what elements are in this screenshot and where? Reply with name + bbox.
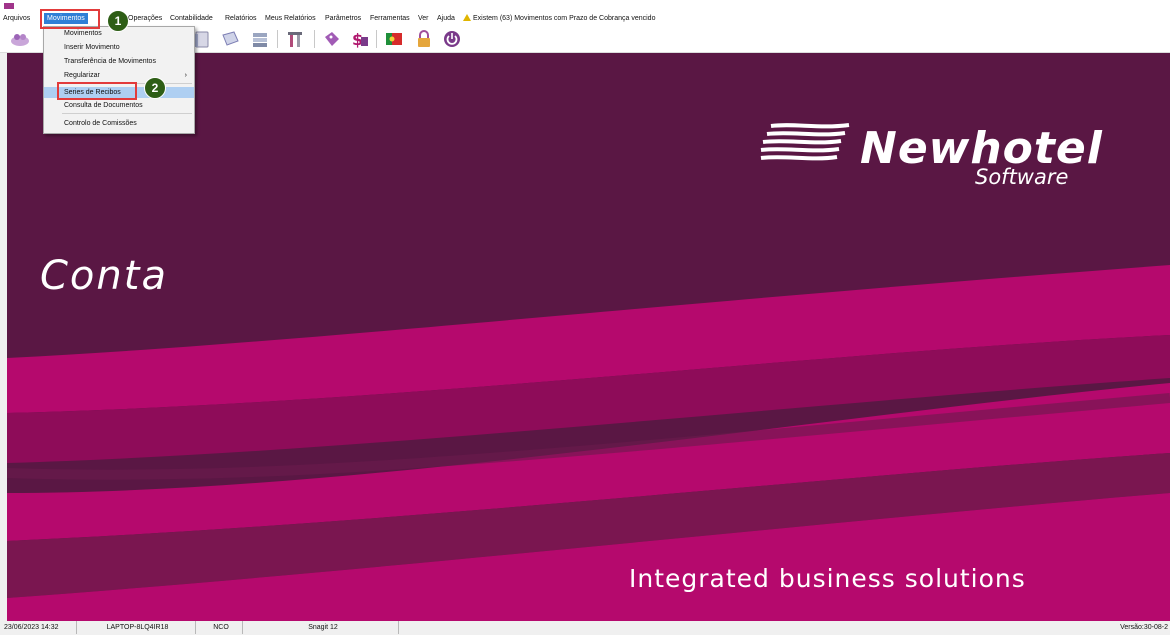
tag-icon[interactable] (322, 29, 342, 49)
toolbar-separator (314, 30, 315, 48)
menu-ajuda[interactable]: Ajuda (437, 14, 455, 24)
menu-ferramentas[interactable]: Ferramentas (370, 14, 410, 24)
menu-contabilidade[interactable]: Contabilidade (170, 14, 213, 24)
menu-operacoes[interactable]: Operações (128, 14, 162, 24)
product-title: Conta (40, 253, 168, 299)
status-bar: 23/06/2023 14:32 LAPTOP-8LQ4IR18 NCO Sna… (0, 621, 1170, 635)
movimentos-dropdown: Movimentos Inserir Movimento Transferênc… (43, 26, 195, 134)
menu-item-consulta-documentos[interactable]: Consulta de Documentos (44, 100, 194, 111)
callout-badge-step2: 2 (144, 77, 166, 99)
menu-item-controlo-comissoes[interactable]: Controlo de Comissões (44, 118, 194, 129)
menu-item-inserir-movimento[interactable]: Inserir Movimento (44, 42, 194, 53)
status-datetime: 23/06/2023 14:32 (0, 621, 77, 634)
tagline: Integrated business solutions (629, 564, 1026, 593)
logo-subtitle: Software (975, 165, 1069, 189)
callout-box-step1 (40, 9, 100, 29)
money-icon[interactable]: $ (350, 29, 370, 49)
menu-meus-relatorios[interactable]: Meus Relatórios (265, 14, 316, 24)
document-icon[interactable] (192, 29, 212, 49)
alert-text: Existem (63) Movimentos com Prazo de Cob… (473, 15, 656, 22)
menu-item-transferencia[interactable]: Transferência de Movimentos (44, 56, 194, 67)
stack-icon[interactable] (250, 29, 270, 49)
tools-icon[interactable] (286, 29, 306, 49)
menu-item-regularizar[interactable]: Regularizar › (44, 70, 194, 81)
menu-relatorios[interactable]: Relatórios (225, 14, 257, 24)
bell-icon (463, 14, 471, 21)
toolbar-separator (376, 30, 377, 48)
people-icon[interactable] (10, 29, 30, 49)
newhotel-logo-mark (760, 123, 850, 161)
menu-ver[interactable]: Ver (418, 14, 429, 24)
callout-box-step2 (57, 82, 137, 100)
toolbar-separator (277, 30, 278, 48)
menu-bar: Arquivos Movimentos Operações Contabilid… (0, 12, 1170, 26)
menu-parametros[interactable]: Parâmetros (325, 14, 361, 24)
callout-badge-step1: 1 (107, 10, 129, 32)
book-icon[interactable] (220, 29, 240, 49)
workspace-background: Newhotel Software Conta Integrated busin… (7, 53, 1170, 621)
menu-separator (62, 113, 192, 114)
status-process: Snagit 12 (248, 621, 399, 634)
portugal-flag-icon[interactable] (384, 29, 404, 49)
menu-arquivos[interactable]: Arquivos (3, 14, 30, 24)
status-machine: LAPTOP-8LQ4IR18 (80, 621, 196, 634)
submenu-arrow-icon: › (184, 72, 187, 79)
power-icon[interactable] (442, 29, 462, 49)
lock-icon[interactable] (414, 29, 434, 49)
status-version: Versão:30-08-2 (1120, 624, 1168, 631)
alert-notice[interactable]: Existem (63) Movimentos com Prazo de Cob… (463, 14, 655, 24)
status-user: NCO (200, 621, 243, 634)
title-bar (0, 0, 1170, 12)
app-icon (4, 3, 14, 9)
